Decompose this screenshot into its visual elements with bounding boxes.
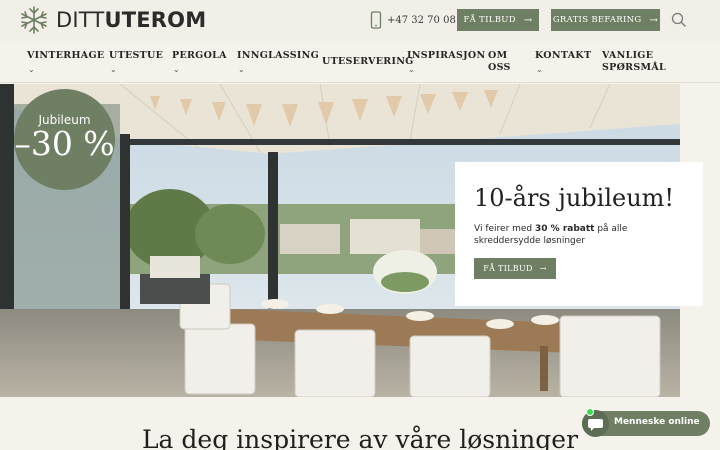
chevron-down-icon: ⌄ [110,65,118,74]
free-inspection-button[interactable]: GRATIS BEFARING → [551,9,660,31]
snowflake-leaf-icon [21,6,47,34]
nav-item-vinterhage[interactable]: VINTERHAGE ⌄ [27,50,104,76]
nav-label: VANLIGE [602,50,654,61]
nav-label: UTESERVERING [322,56,414,67]
chevron-down-icon: ⌄ [536,65,544,74]
search-icon[interactable] [671,12,687,28]
nav-label: OSS [488,62,511,73]
promo-offer-button[interactable]: FÅ TILBUD → [474,258,556,279]
chevron-down-icon: ⌄ [173,65,181,74]
promo-text: Vi feirer med 30 % rabatt på alle skredd… [474,224,628,246]
chat-label: Menneske online [614,417,700,427]
promo-offer-label: FÅ TILBUD [483,264,533,273]
promo-title: 10-års jubileum! [474,184,675,212]
arrow-right-icon: → [539,264,547,273]
arrow-right-icon: → [523,14,533,26]
nav-label: UTESTUE [109,50,164,61]
logo[interactable]: DITTUTEROM [18,5,206,35]
get-offer-button[interactable]: FÅ TILBUD → [457,9,539,31]
nav-label: PERGOLA [172,50,227,61]
jubilee-badge: Jubileum –30 % [14,89,115,190]
chevron-down-icon: ⌄ [28,65,36,74]
nav-item-utestue[interactable]: UTESTUE ⌄ [109,50,163,76]
logo-text: DITTUTEROM [56,8,207,32]
nav-item-kontakt[interactable]: KONTAKT ⌄ [535,50,591,76]
nav-label: INSPIRASJON [407,50,486,61]
get-offer-label: FÅ TILBUD [463,15,516,25]
badge-discount: –30 % [14,124,115,163]
chevron-down-icon: ⌄ [238,65,246,74]
top-bar: DITTUTEROM +47 32 70 08 85 FÅ TILBUD → G… [0,0,720,41]
nav-item-innglassing[interactable]: INNGLASSING ⌄ [237,50,319,76]
phone-icon [370,11,382,29]
nav-item-pergola[interactable]: PERGOLA ⌄ [172,50,227,76]
nav-item-om-oss[interactable]: OM OSS [488,50,511,74]
chat-widget[interactable]: Menneske online [582,410,710,437]
chevron-down-icon: ⌄ [408,65,416,74]
nav-label: OM [488,50,508,61]
nav-label: INNGLASSING [237,50,320,61]
nav-item-inspirasjon[interactable]: INSPIRASJON ⌄ [407,50,485,76]
nav-item-vanlige-sporsmal[interactable]: VANLIGE SPØRSMÅL [602,50,666,74]
online-status-dot [586,408,594,416]
nav-label: VINTERHAGE [27,50,105,61]
main-navigation: VINTERHAGE ⌄ UTESTUE ⌄ PERGOLA ⌄ INNGLAS… [0,41,720,83]
nav-label: KONTAKT [535,50,592,61]
nav-item-uteservering[interactable]: UTESERVERING [322,56,414,68]
promo-card: 10-års jubileum! Vi feirer med 30 % raba… [455,162,703,306]
nav-label: SPØRSMÅL [602,62,667,73]
arrow-right-icon: → [649,14,659,26]
free-inspection-label: GRATIS BEFARING [552,15,642,25]
